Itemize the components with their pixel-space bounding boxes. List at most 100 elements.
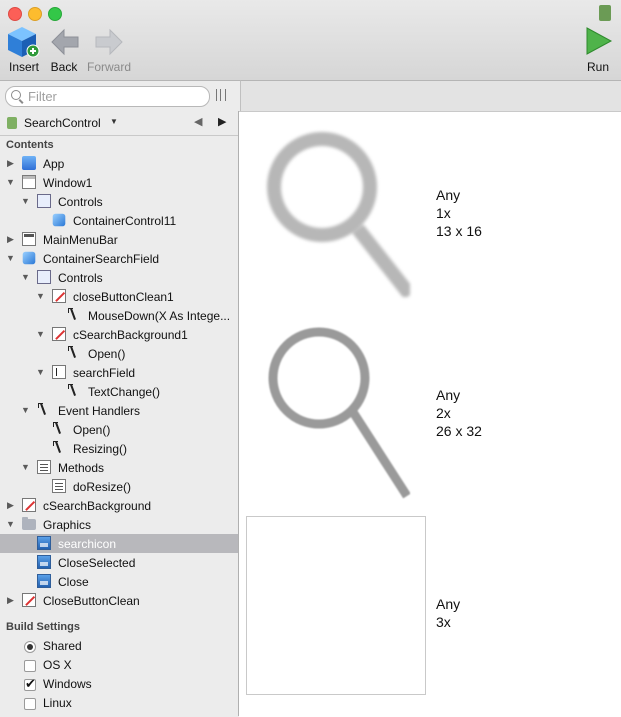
windows-label: Windows bbox=[43, 677, 92, 691]
osx-checkbox[interactable] bbox=[24, 660, 36, 672]
window-zoom-button[interactable] bbox=[48, 7, 62, 21]
filter-input[interactable] bbox=[26, 88, 205, 105]
linux-checkbox[interactable] bbox=[24, 698, 36, 710]
disclosure-down-icon[interactable]: ▼ bbox=[36, 367, 45, 377]
disclosure-right-icon[interactable]: ▶ bbox=[7, 500, 14, 511]
window-minimize-button[interactable] bbox=[28, 7, 42, 21]
tree-item-label: Event Handlers bbox=[58, 404, 141, 418]
chevron-down-icon[interactable]: ▼ bbox=[110, 117, 118, 126]
nav-previous-icon[interactable]: ◀ bbox=[194, 115, 202, 128]
tree-item-label: closeButtonClean1 bbox=[73, 290, 174, 304]
disclosure-down-icon[interactable]: ▼ bbox=[6, 253, 15, 263]
canvas-icon bbox=[22, 498, 36, 512]
tree-item-graphics[interactable]: ▼ Graphics bbox=[0, 515, 238, 534]
tree-item-app[interactable]: ▶ App bbox=[0, 154, 238, 173]
tree-item-closeselected[interactable]: CloseSelected bbox=[0, 553, 238, 572]
editor-header-bar bbox=[240, 80, 621, 111]
tree-item-open[interactable]: Open() bbox=[0, 420, 238, 439]
tree-item-window1[interactable]: ▼ Window1 bbox=[0, 173, 238, 192]
tree-item-resizing[interactable]: Resizing() bbox=[0, 439, 238, 458]
tree-item-controls[interactable]: ▼ Controls bbox=[0, 268, 238, 287]
tree-item-csearchbackground[interactable]: ▶ cSearchBackground bbox=[0, 496, 238, 515]
disclosure-down-icon[interactable]: ▼ bbox=[6, 519, 15, 529]
variant-type: Any bbox=[436, 187, 461, 203]
document-icon bbox=[599, 5, 611, 21]
event-icon bbox=[38, 403, 52, 417]
disclosure-down-icon[interactable]: ▼ bbox=[6, 177, 15, 187]
tree-item-label: ContainerControl11 bbox=[73, 214, 177, 228]
tree-item-label: cSearchBackground bbox=[43, 499, 152, 513]
disclosure-down-icon[interactable]: ▼ bbox=[36, 291, 45, 301]
event-icon bbox=[68, 346, 82, 360]
tree-item-closebuttonclean[interactable]: ▶ CloseButtonClean bbox=[0, 591, 238, 610]
tree-item-containercontrol11[interactable]: ContainerControl11 bbox=[0, 211, 238, 230]
variant-scale: 3x bbox=[436, 614, 451, 630]
tree-item-label: Resizing() bbox=[73, 442, 128, 456]
tree-item-mainmenubar[interactable]: ▶ MainMenuBar bbox=[0, 230, 238, 249]
tree-item-textchange[interactable]: TextChange() bbox=[0, 382, 238, 401]
tree-item-controls[interactable]: ▼ Controls bbox=[0, 192, 238, 211]
tree-item-label: App bbox=[43, 157, 65, 171]
filter-field[interactable] bbox=[5, 86, 210, 107]
project-selector[interactable]: SearchControl ▼ ◀ ▶ bbox=[0, 111, 238, 136]
disclosure-down-icon[interactable]: ▼ bbox=[36, 329, 45, 339]
tree-item-mousedown[interactable]: MouseDown(X As Intege... bbox=[0, 306, 238, 325]
image-well-3x[interactable] bbox=[246, 516, 426, 695]
tree-item-label: MouseDown(X As Intege... bbox=[88, 309, 231, 323]
disclosure-right-icon[interactable]: ▶ bbox=[7, 158, 14, 169]
disclosure-down-icon[interactable]: ▼ bbox=[21, 405, 30, 415]
magnifier-icon bbox=[268, 327, 410, 499]
event-icon bbox=[53, 441, 67, 455]
folder-icon bbox=[22, 517, 36, 530]
tree-item-searchicon[interactable]: searchicon bbox=[0, 534, 238, 553]
tree-item-event-handlers[interactable]: ▼ Event Handlers bbox=[0, 401, 238, 420]
tree-item-closebuttonclean1[interactable]: ▼ closeButtonClean1 bbox=[0, 287, 238, 306]
tree-item-label: Open() bbox=[73, 423, 111, 437]
columns-icon[interactable] bbox=[216, 89, 226, 101]
run-play-icon bbox=[586, 27, 613, 55]
window-close-button[interactable] bbox=[8, 7, 22, 21]
controls-icon bbox=[37, 194, 51, 208]
variant-scale: 1x bbox=[436, 205, 451, 221]
tree-item-label: Close bbox=[58, 575, 89, 589]
shared-radio[interactable] bbox=[24, 641, 36, 653]
nav-next-icon[interactable]: ▶ bbox=[218, 115, 226, 128]
tree-item-doresize[interactable]: doResize() bbox=[0, 477, 238, 496]
search-icon bbox=[11, 90, 21, 100]
image-well-2x[interactable] bbox=[265, 320, 410, 500]
contents-section-title: Contents bbox=[6, 139, 54, 151]
picture-icon bbox=[37, 555, 51, 569]
tree-item-methods[interactable]: ▼ Methods bbox=[0, 458, 238, 477]
event-icon bbox=[53, 422, 67, 436]
build-settings-title: Build Settings bbox=[6, 621, 80, 633]
variant-size: 26 x 32 bbox=[436, 423, 482, 439]
variant-2x-info: Any 2x 26 x 32 bbox=[436, 386, 482, 440]
tree-item-open[interactable]: Open() bbox=[0, 344, 238, 363]
methods-icon bbox=[37, 460, 51, 474]
image-well-1x[interactable] bbox=[260, 117, 410, 297]
forward-label: Forward bbox=[86, 60, 131, 74]
disclosure-down-icon[interactable]: ▼ bbox=[21, 272, 30, 282]
tree-item-label: ContainerSearchField bbox=[43, 252, 160, 266]
textfield-icon bbox=[52, 365, 66, 379]
insert-label: Insert bbox=[8, 60, 39, 74]
project-name: SearchControl bbox=[24, 116, 101, 130]
windows-checkbox[interactable] bbox=[24, 676, 36, 692]
tree-item-close[interactable]: Close bbox=[0, 572, 238, 591]
window-icon bbox=[22, 175, 36, 189]
container-icon bbox=[52, 213, 66, 227]
tree-item-containersearchfield[interactable]: ▼ ContainerSearchField bbox=[0, 249, 238, 268]
disclosure-down-icon[interactable]: ▼ bbox=[21, 462, 30, 472]
variant-1x-info: Any 1x 13 x 16 bbox=[436, 186, 482, 240]
event-icon bbox=[68, 308, 82, 322]
tree-item-searchfield[interactable]: ▼ searchField bbox=[0, 363, 238, 382]
osx-label: OS X bbox=[43, 658, 72, 672]
tree-item-label: searchicon bbox=[58, 537, 117, 551]
tree-item-label: MainMenuBar bbox=[43, 233, 118, 247]
disclosure-right-icon[interactable]: ▶ bbox=[7, 234, 14, 245]
disclosure-down-icon[interactable]: ▼ bbox=[21, 196, 30, 206]
event-icon bbox=[68, 384, 82, 398]
disclosure-right-icon[interactable]: ▶ bbox=[7, 595, 14, 606]
tree-item-label: Controls bbox=[58, 195, 103, 209]
tree-item-csearchbackground1[interactable]: ▼ cSearchBackground1 bbox=[0, 325, 238, 344]
